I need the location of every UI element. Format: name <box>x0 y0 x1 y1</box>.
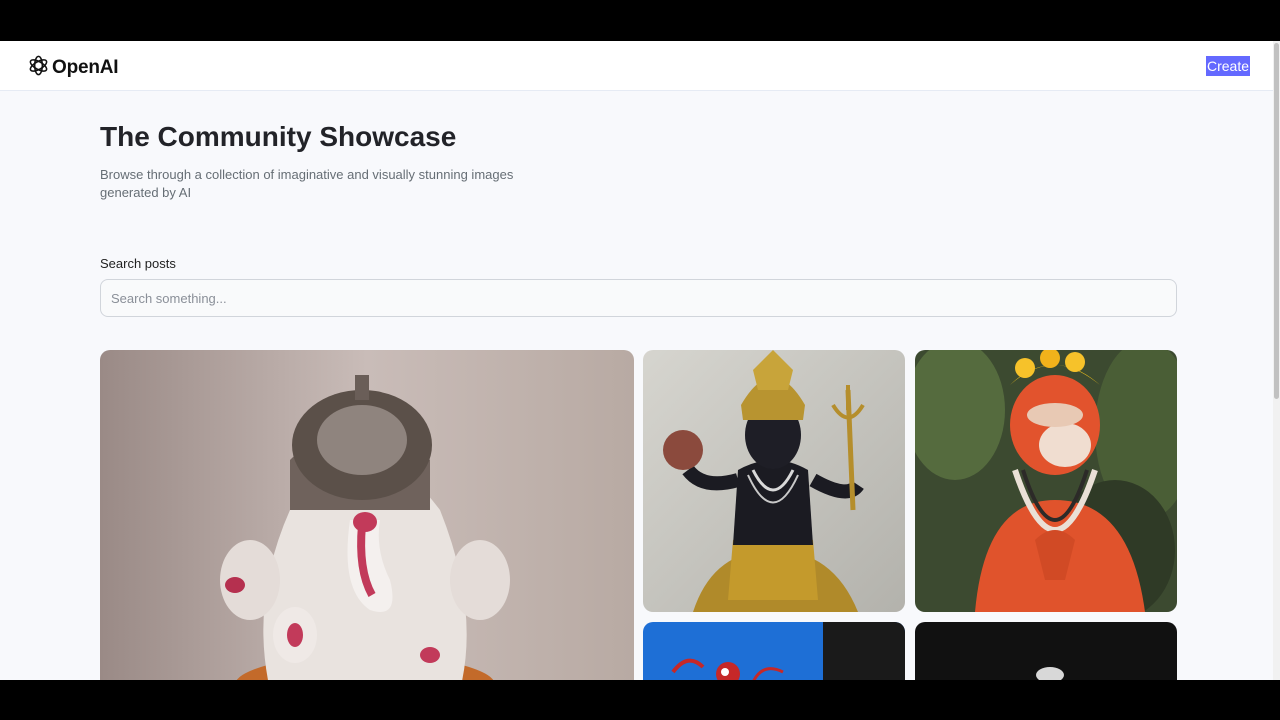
browser-viewport: OpenAI Create The Community Showcase Bro… <box>0 41 1280 680</box>
create-button[interactable]: Create <box>1206 56 1250 76</box>
page-title: The Community Showcase <box>100 121 457 152</box>
spiderman-image <box>643 622 905 680</box>
screen-letterbox-top <box>0 0 1280 41</box>
gallery-card[interactable] <box>915 622 1177 680</box>
hanuman-image <box>915 350 1177 612</box>
gallery-card[interactable] <box>643 622 905 680</box>
gallery-card[interactable] <box>643 350 905 612</box>
ganesha-image <box>100 350 634 680</box>
brand-logo[interactable]: OpenAI <box>27 54 119 82</box>
gallery-card[interactable] <box>100 350 634 680</box>
site-header: OpenAI Create <box>0 41 1280 91</box>
gallery-card[interactable] <box>915 350 1177 612</box>
scrollbar-thumb[interactable] <box>1274 43 1279 399</box>
screen-letterbox-bottom <box>0 680 1280 720</box>
page-subtitle: Browse through a collection of imaginati… <box>100 167 514 200</box>
page-scrollbar[interactable] <box>1273 41 1280 680</box>
shiva-image <box>643 350 905 612</box>
openai-logo-icon <box>27 54 50 82</box>
search-input[interactable] <box>100 279 1177 317</box>
dark-image <box>915 622 1177 680</box>
search-label: Search posts <box>100 256 176 271</box>
brand-name: OpenAI <box>52 57 119 78</box>
